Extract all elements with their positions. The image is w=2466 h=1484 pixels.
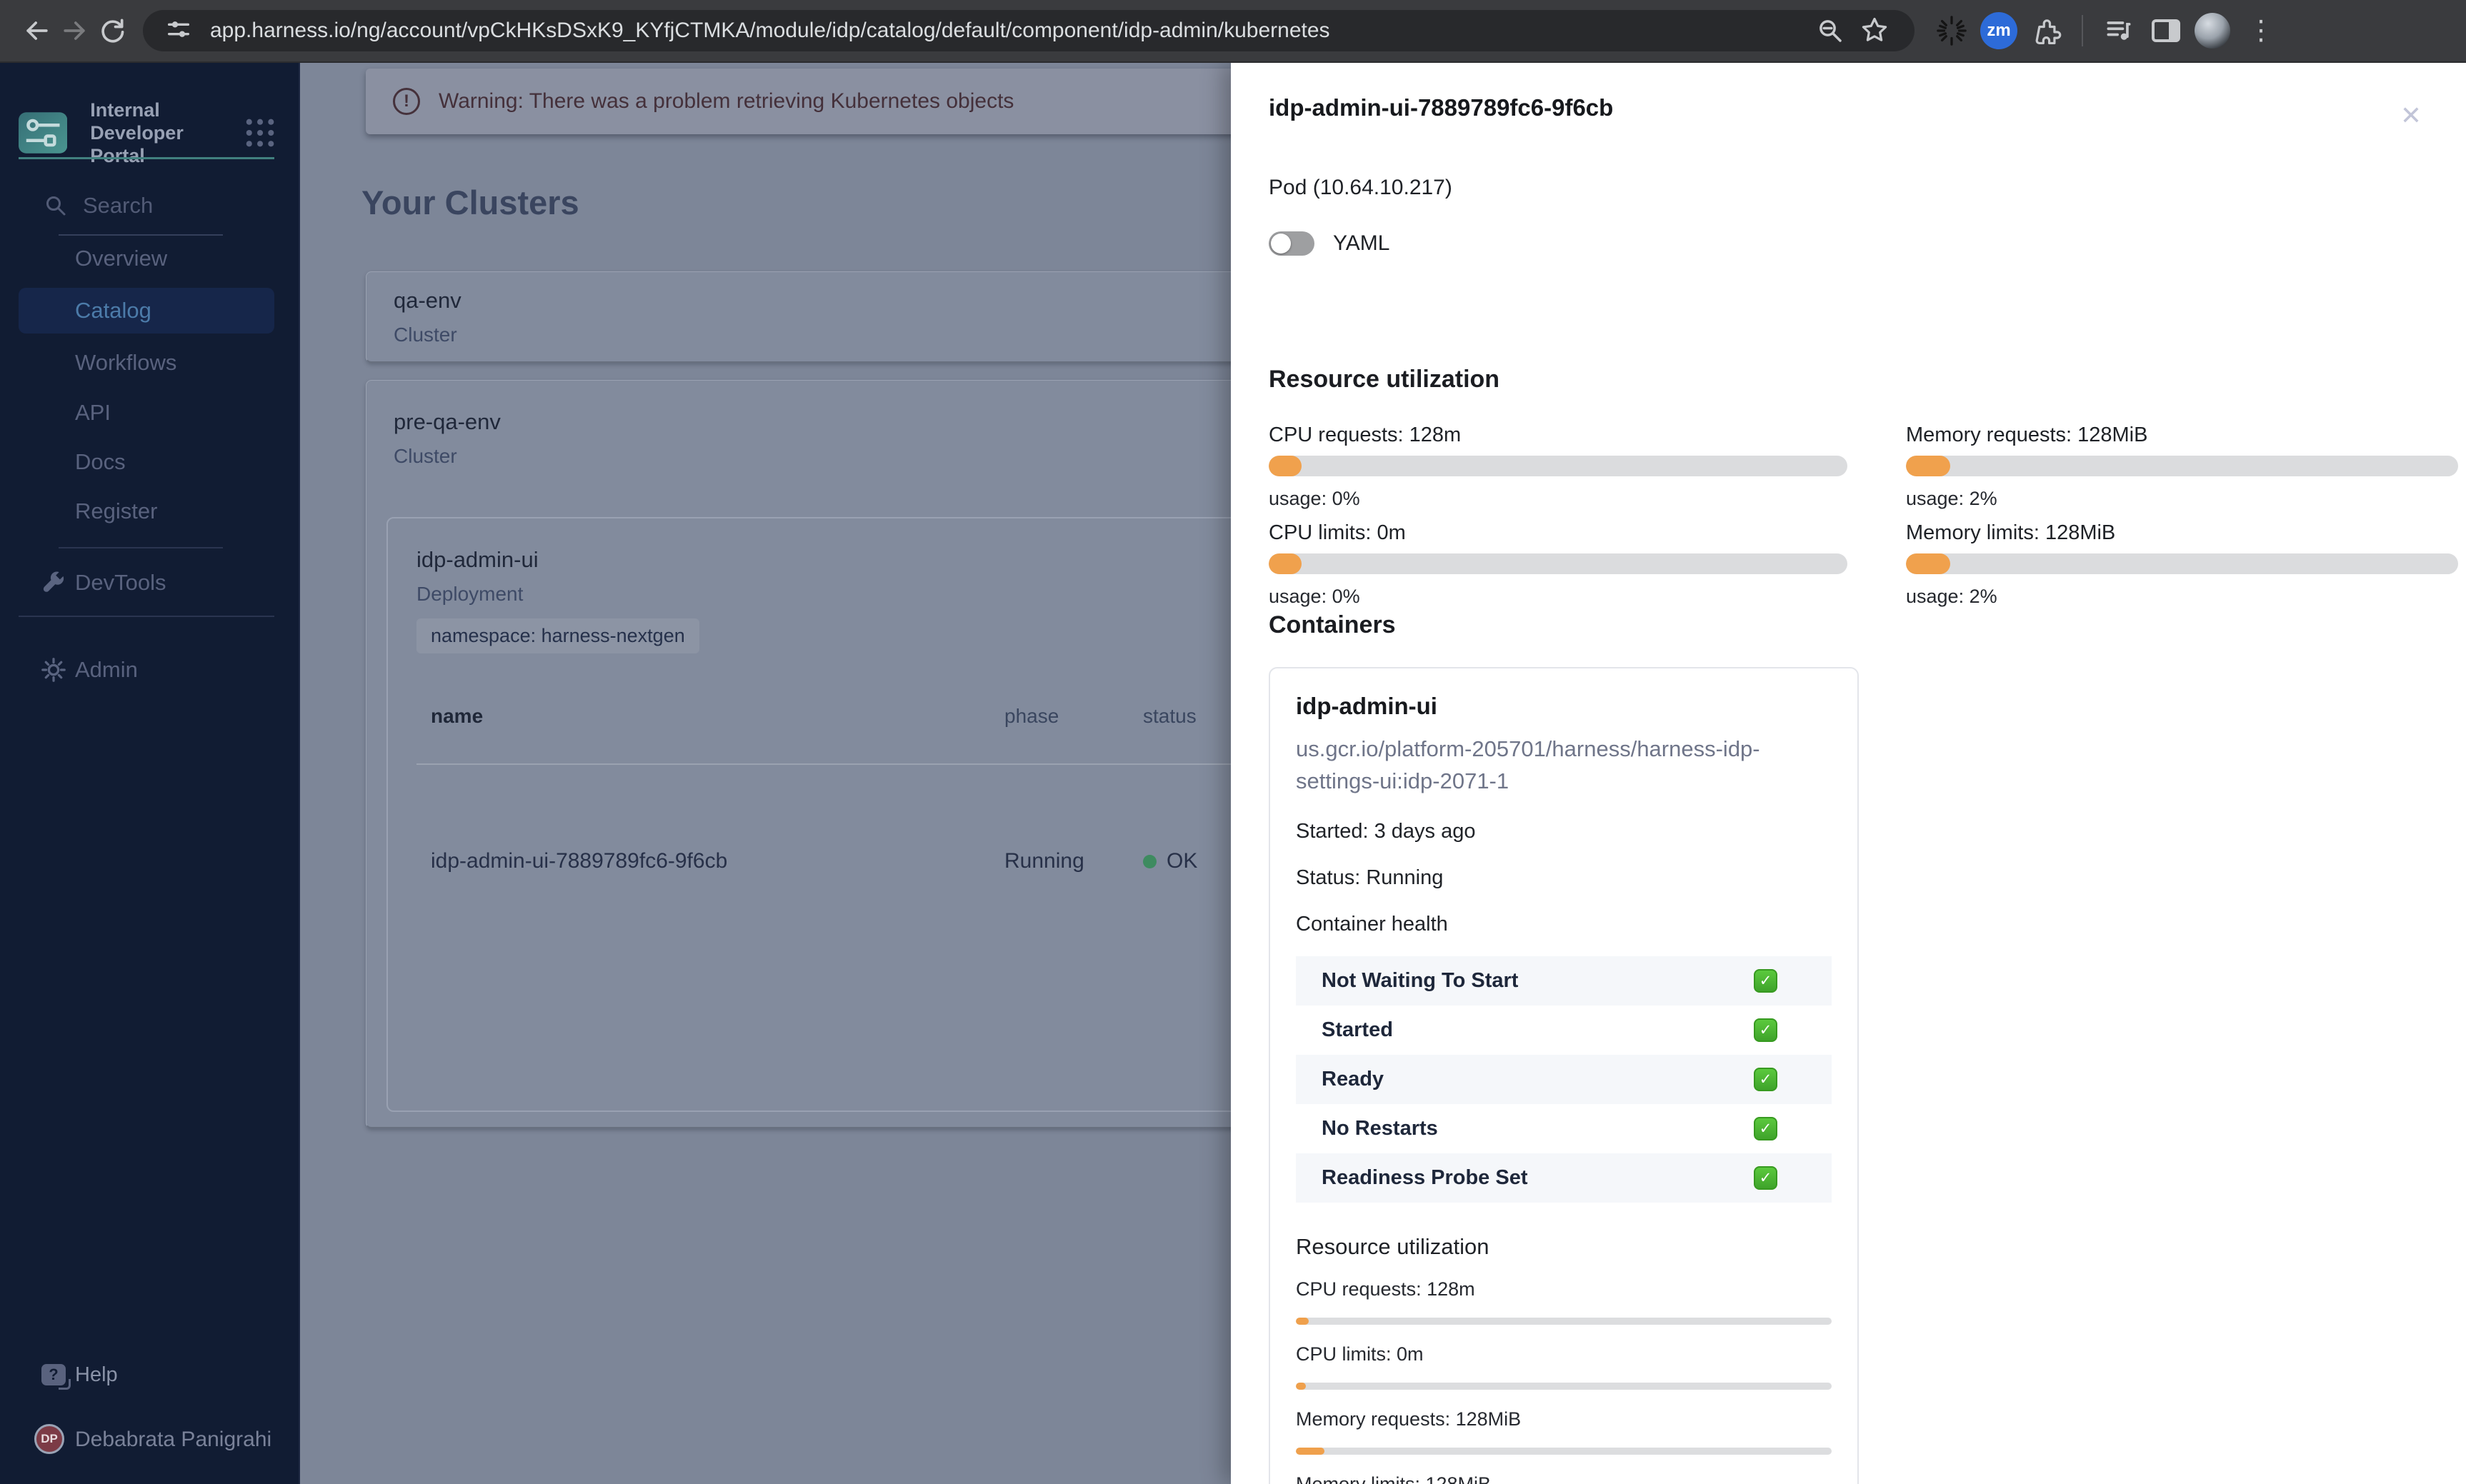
bookmark-star-icon[interactable] xyxy=(1856,12,1893,49)
resource-metrics: CPU requests: 128m usage: 0% CPU limits:… xyxy=(1269,423,2458,619)
side-panel-icon[interactable] xyxy=(2147,12,2185,49)
check-icon: ✓ xyxy=(1754,969,1777,993)
sidebar-item-register[interactable]: Register xyxy=(19,488,274,534)
namespace-chip: namespace: harness-nextgen xyxy=(416,618,699,653)
url-bar[interactable]: app.harness.io/ng/account/vpCkHKsDSxK9_K… xyxy=(143,10,1915,51)
yaml-toggle-row: YAML xyxy=(1269,231,1389,256)
container-card: idp-admin-ui us.gcr.io/platform-205701/h… xyxy=(1269,667,1859,1484)
health-row: No Restarts ✓ xyxy=(1296,1104,1832,1153)
metric-memory-limits: Memory limits: 128MiB usage: 2% xyxy=(1906,521,2458,608)
pod-details-drawer: idp-admin-ui-7889789fc6-9f6cb ✕ Pod (10.… xyxy=(1231,63,2466,1484)
playlist-extension-icon[interactable] xyxy=(2100,12,2137,49)
progress-bar xyxy=(1269,553,1847,574)
health-row: Readiness Probe Set ✓ xyxy=(1296,1153,1832,1203)
yaml-toggle-label: YAML xyxy=(1333,231,1390,255)
gear-icon xyxy=(39,656,68,683)
sidebar-item-devtools[interactable]: DevTools xyxy=(19,560,274,606)
container-image: us.gcr.io/platform-205701/harness/harnes… xyxy=(1296,736,1760,793)
toolbar-separator xyxy=(2082,15,2083,46)
sidebar-item-admin[interactable]: Admin xyxy=(19,647,274,693)
col-name: name xyxy=(431,705,484,727)
sidebar-search[interactable]: Search xyxy=(44,193,153,219)
progress-bar xyxy=(1296,1383,1832,1390)
container-metric-memory-requests: Memory requests: 128MiB xyxy=(1296,1408,1832,1455)
sidebar-item-overview[interactable]: Overview xyxy=(19,236,274,281)
forward-icon[interactable] xyxy=(56,12,93,49)
resource-utilization-heading: Resource utilization xyxy=(1269,366,1500,393)
metric-memory-requests: Memory requests: 128MiB usage: 2% xyxy=(1906,423,2458,510)
sidebar-divider xyxy=(59,547,223,548)
wrench-icon xyxy=(39,570,68,596)
container-status: Status: Running xyxy=(1296,866,1444,889)
check-icon: ✓ xyxy=(1754,1166,1777,1190)
sidebar-section-divider xyxy=(19,616,274,617)
sidebar: Internal Developer Portal Search Overvie… xyxy=(0,63,300,1484)
warning-text: Warning: There was a problem retrieving … xyxy=(439,89,1014,113)
progress-bar xyxy=(1906,553,2458,574)
drawer-title: idp-admin-ui-7889789fc6-9f6cb xyxy=(1269,94,1614,121)
sidebar-item-workflows[interactable]: Workflows xyxy=(19,340,274,386)
health-row: Started ✓ xyxy=(1296,1006,1832,1055)
containers-heading: Containers xyxy=(1269,611,1396,638)
container-resource-heading: Resource utilization xyxy=(1296,1234,1489,1259)
check-icon: ✓ xyxy=(1754,1018,1777,1042)
pod-name-cell: idp-admin-ui-7889789fc6-9f6cb xyxy=(431,849,728,873)
extensions-zone: zm ⋮ xyxy=(1933,12,2282,49)
status-ok-dot xyxy=(1143,854,1157,868)
spinner-extension-icon[interactable] xyxy=(1933,12,1970,49)
container-health-heading: Container health xyxy=(1296,913,1448,936)
screen: app.harness.io/ng/account/vpCkHKsDSxK9_K… xyxy=(0,0,2466,1484)
progress-bar xyxy=(1269,456,1847,476)
sidebar-user[interactable]: Debabrata Panigrahi xyxy=(19,1417,274,1463)
sidebar-item-docs[interactable]: Docs xyxy=(19,439,274,485)
container-metric-cpu-limits: CPU limits: 0m xyxy=(1296,1343,1832,1390)
extensions-puzzle-icon[interactable] xyxy=(2027,12,2065,49)
pod-subtitle: Pod (10.64.10.217) xyxy=(1269,176,1452,199)
browser-toolbar: app.harness.io/ng/account/vpCkHKsDSxK9_K… xyxy=(0,0,2466,63)
container-started: Started: 3 days ago xyxy=(1296,820,1476,843)
brand-divider xyxy=(19,157,274,159)
search-placeholder: Search xyxy=(83,193,154,218)
col-phase: phase xyxy=(1004,705,1059,727)
help-chat-icon: ? xyxy=(39,1364,71,1390)
health-row: Ready ✓ xyxy=(1296,1055,1832,1104)
check-icon: ✓ xyxy=(1754,1117,1777,1140)
sidebar-item-help[interactable]: ? Help xyxy=(19,1352,274,1398)
close-icon[interactable]: ✕ xyxy=(2400,103,2422,129)
check-icon: ✓ xyxy=(1754,1068,1777,1091)
container-name: idp-admin-ui xyxy=(1296,693,1437,719)
zoom-search-icon[interactable] xyxy=(1812,12,1849,49)
zoom-app-extension-icon[interactable]: zm xyxy=(1980,12,2017,49)
apps-grid-icon[interactable] xyxy=(241,112,279,154)
health-row: Not Waiting To Start ✓ xyxy=(1296,956,1832,1006)
status-ok-label: OK xyxy=(1167,849,1198,873)
metric-cpu-limits: CPU limits: 0m usage: 0% xyxy=(1269,521,1847,608)
progress-bar xyxy=(1906,456,2458,476)
browser-menu-icon[interactable]: ⋮ xyxy=(2240,17,2282,44)
site-info-icon[interactable] xyxy=(164,15,193,47)
sidebar-item-catalog[interactable]: Catalog xyxy=(19,288,274,334)
metric-cpu-requests: CPU requests: 128m usage: 0% xyxy=(1269,423,1847,510)
browser-profile-avatar[interactable] xyxy=(2195,13,2230,49)
pod-phase-cell: Running xyxy=(1004,849,1084,873)
container-metric-cpu-requests: CPU requests: 128m xyxy=(1296,1278,1832,1325)
search-icon xyxy=(46,196,66,216)
warning-icon: ! xyxy=(393,88,420,115)
container-health-list: Not Waiting To Start ✓ Started ✓ Ready ✓… xyxy=(1296,956,1832,1203)
sidebar-item-api[interactable]: API xyxy=(19,390,274,436)
progress-bar xyxy=(1296,1318,1832,1325)
yaml-toggle[interactable] xyxy=(1269,231,1314,256)
url-text[interactable]: app.harness.io/ng/account/vpCkHKsDSxK9_K… xyxy=(210,19,1330,43)
idp-logo-icon xyxy=(19,112,68,154)
back-icon[interactable] xyxy=(19,12,56,49)
page-title: Your Clusters xyxy=(361,184,579,221)
reload-icon[interactable] xyxy=(93,12,130,49)
container-metric-memory-limits: Memory limits: 128MiB xyxy=(1296,1473,1492,1484)
progress-bar xyxy=(1296,1448,1832,1455)
